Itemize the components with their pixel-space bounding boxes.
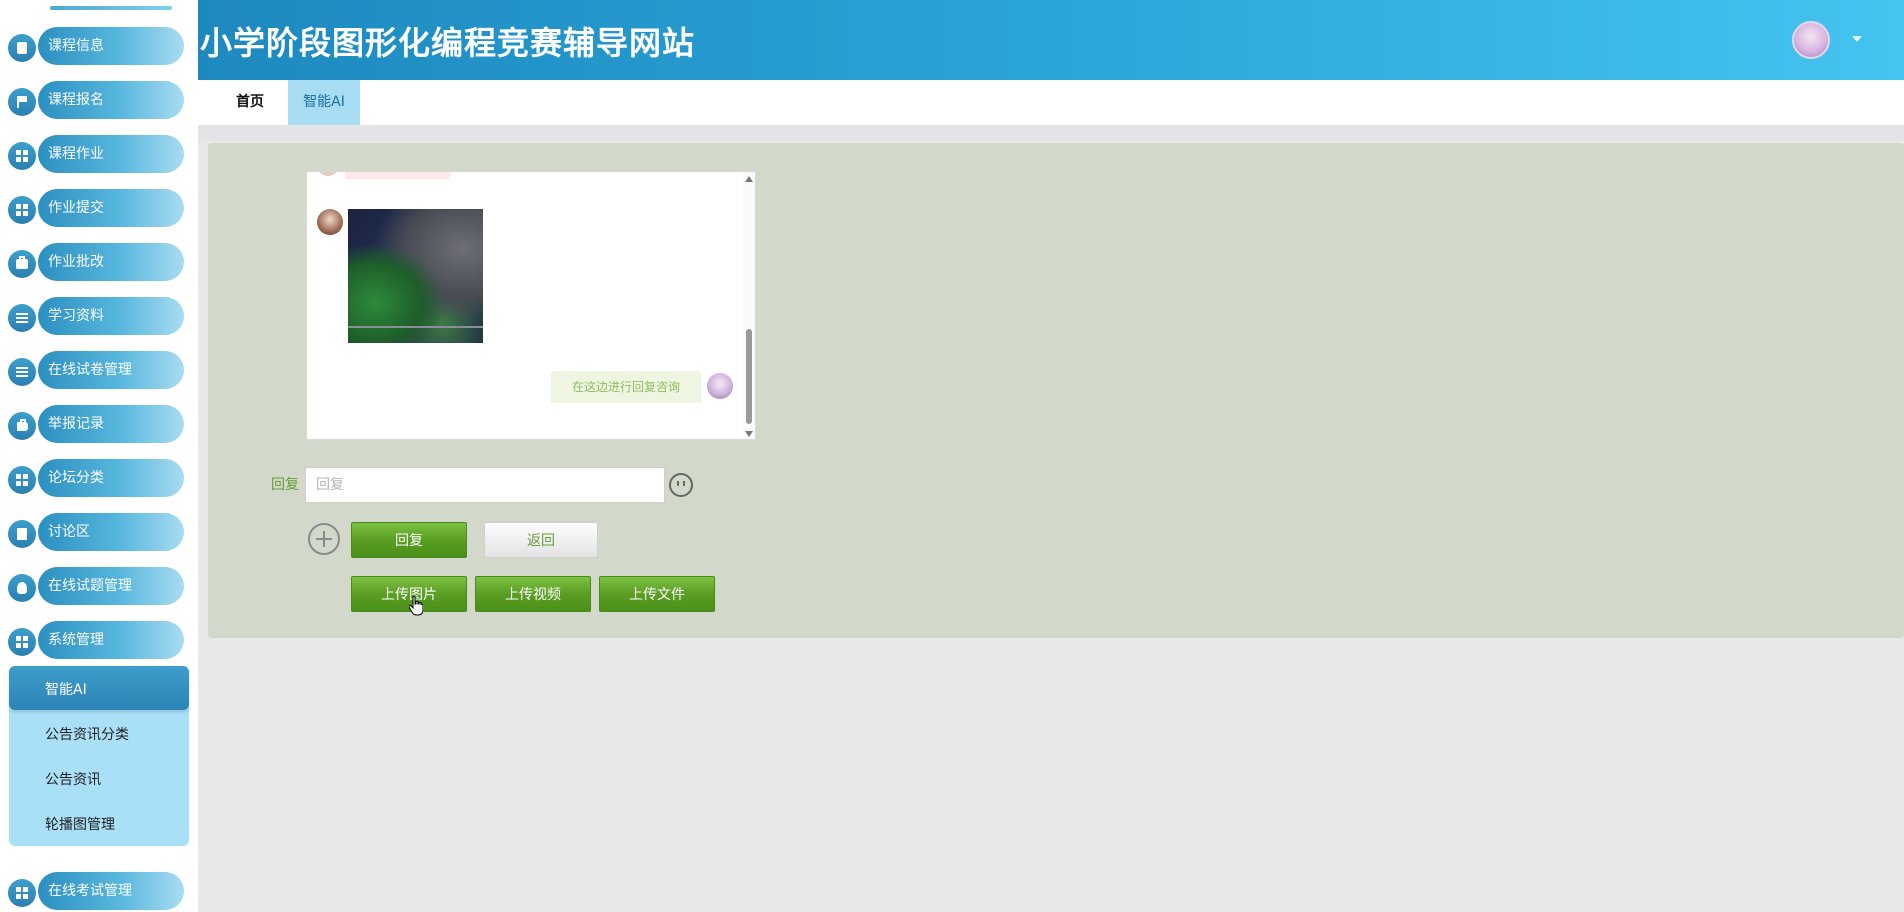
scroll-up-icon[interactable]	[745, 176, 753, 182]
sidebar-item-label: 作业批改	[48, 254, 104, 270]
site-title: 小学阶段图形化编程竞赛辅导网站	[200, 24, 696, 62]
grid-icon	[8, 196, 36, 224]
chat-panel: 在这边进行回复咨询 回复 回复 返回 上传图片 上传视频 上传文件	[208, 143, 1904, 638]
sidebar-item-label: 讨论区	[48, 524, 90, 540]
sidebar-item-online-exam[interactable]: 在线考试管理	[8, 872, 185, 910]
sidebar-item-homework-submit[interactable]: 作业提交	[8, 189, 185, 227]
sidebar-item-study-materials[interactable]: 学习资料	[8, 297, 185, 335]
reply-button[interactable]: 回复	[351, 522, 467, 558]
grid-icon	[8, 628, 36, 656]
sidebar-item-label: 系统管理	[48, 632, 104, 648]
sidebar-item-label: 在线试题管理	[48, 578, 132, 594]
chevron-down-icon[interactable]	[1852, 36, 1862, 42]
sidebar-item-label: 在线试卷管理	[48, 362, 132, 378]
scroll-down-icon[interactable]	[745, 431, 753, 437]
sidebar-scroll-remnant	[50, 6, 172, 10]
sidebar-item-forum-categories[interactable]: 论坛分类	[8, 459, 185, 497]
message-bubble	[345, 172, 450, 179]
tablet-icon	[8, 34, 36, 62]
sidebar-item-label: 在线考试管理	[48, 883, 132, 899]
avatar	[317, 209, 343, 235]
sidebar-item-label: 论坛分类	[48, 470, 104, 486]
sidebar-item-homework-review[interactable]: 作业批改	[8, 243, 185, 281]
list-icon	[8, 358, 36, 386]
upload-video-button[interactable]: 上传视频	[475, 576, 591, 612]
sidebar-item-label: 课程报名	[48, 92, 104, 108]
reply-message-bubble: 在这边进行回复咨询	[551, 371, 701, 403]
chat-history[interactable]: 在这边进行回复咨询	[306, 171, 756, 440]
submenu-item-notices[interactable]: 公告资讯	[45, 769, 101, 789]
thumb-icon	[8, 412, 36, 440]
chat-scrollbar[interactable]	[743, 172, 755, 439]
grid-icon	[8, 879, 36, 907]
user-avatar[interactable]	[1792, 21, 1830, 59]
reply-input[interactable]	[305, 467, 665, 503]
sidebar-item-discussion[interactable]: 讨论区	[8, 513, 185, 551]
grid-icon	[8, 142, 36, 170]
submenu-item-ai[interactable]: 智能AI	[45, 679, 87, 699]
plus-icon[interactable]	[308, 523, 340, 555]
sidebar-item-system[interactable]: 系统管理	[8, 621, 185, 659]
emoji-icon[interactable]	[669, 473, 693, 497]
bulb-icon	[8, 574, 36, 602]
back-button[interactable]: 返回	[484, 522, 598, 558]
sidebar-item-label: 课程信息	[48, 38, 104, 54]
sidebar-item-label: 学习资料	[48, 308, 104, 324]
flag-icon	[8, 88, 36, 116]
clipboard-icon	[8, 520, 36, 548]
sidebar-item-label: 举报记录	[48, 416, 104, 432]
submenu-active-highlight	[9, 666, 189, 710]
sidebar-item-reports[interactable]: 举报记录	[8, 405, 185, 443]
avatar	[317, 172, 339, 176]
submenu-item-notice-category[interactable]: 公告资讯分类	[45, 724, 129, 744]
sidebar-item-label: 课程作业	[48, 146, 104, 162]
scroll-thumb[interactable]	[746, 329, 752, 424]
sidebar-item-course-signup[interactable]: 课程报名	[8, 81, 185, 119]
cursor-hand-icon	[409, 596, 423, 616]
sidebar-item-exam-papers[interactable]: 在线试卷管理	[8, 351, 185, 389]
avatar	[707, 373, 733, 399]
grid-icon	[8, 466, 36, 494]
tab-bar: 首页 智能AI	[198, 80, 1904, 125]
system-submenu: 智能AI 公告资讯分类 公告资讯 轮播图管理	[9, 666, 189, 846]
sidebar-item-course-info[interactable]: 课程信息	[8, 27, 185, 65]
tab-ai[interactable]: 智能AI	[288, 80, 360, 125]
top-header: 小学阶段图形化编程竞赛辅导网站	[198, 0, 1904, 80]
tab-home[interactable]: 首页	[220, 80, 280, 125]
message-image[interactable]	[348, 209, 483, 343]
tabs-divider	[198, 125, 1904, 141]
sidebar: 课程信息 课程报名 课程作业 作业提交 作业批改 学习资料 在线试卷管理 举报记…	[0, 0, 198, 912]
list-icon	[8, 304, 36, 332]
sidebar-item-label: 作业提交	[48, 200, 104, 216]
sidebar-item-question-bank[interactable]: 在线试题管理	[8, 567, 185, 605]
submenu-item-carousel[interactable]: 轮播图管理	[45, 814, 115, 834]
briefcase-icon	[8, 250, 36, 278]
reply-label: 回复	[271, 477, 299, 493]
upload-file-button[interactable]: 上传文件	[599, 576, 715, 612]
sidebar-item-course-homework[interactable]: 课程作业	[8, 135, 185, 173]
